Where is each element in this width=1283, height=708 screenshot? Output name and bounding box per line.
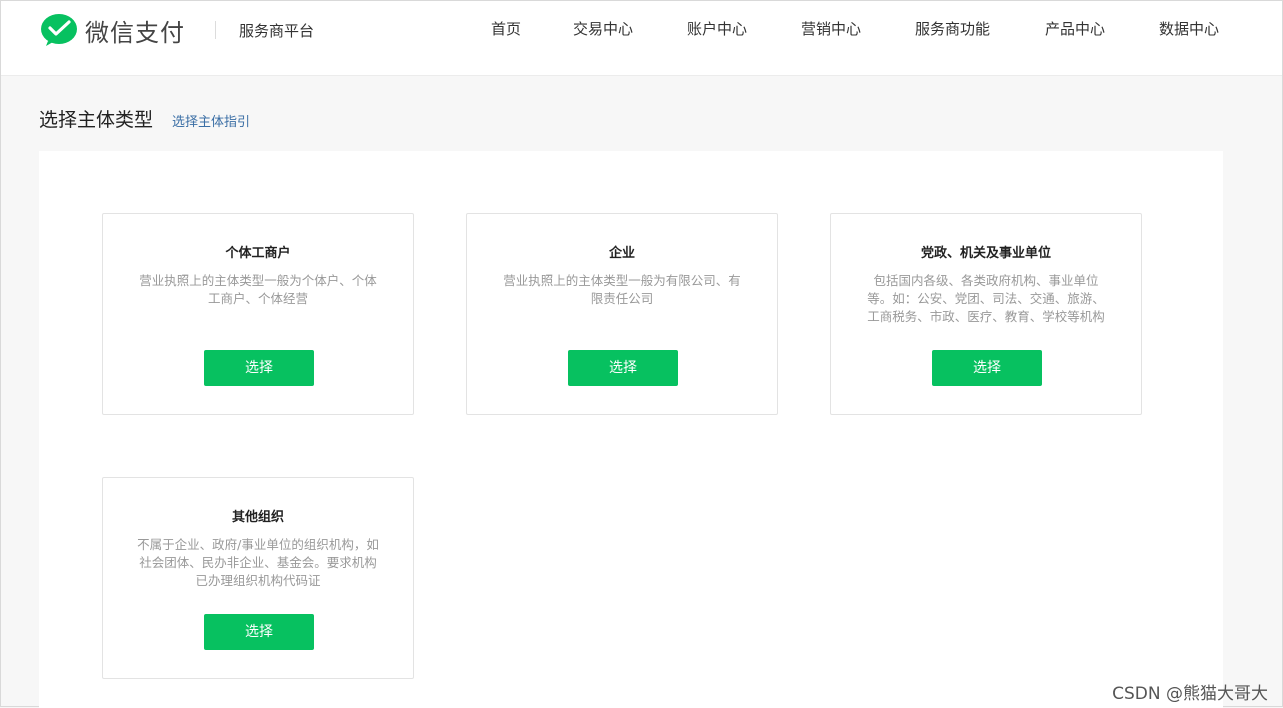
card-description: 营业执照上的主体类型一般为个体户、个体 工商户、个体经营 [121, 272, 395, 308]
card-desc-line: 营业执照上的主体类型一般为有限公司、有 [503, 273, 741, 288]
top-nav-bar: 微信支付 服务商平台 首页 交易中心 账户中心 营销中心 服务商功能 产品中心 … [1, 1, 1282, 76]
nav-trade-center[interactable]: 交易中心 [573, 18, 633, 39]
select-button[interactable]: 选择 [568, 350, 678, 386]
main-nav: 首页 交易中心 账户中心 营销中心 服务商功能 产品中心 数据中心 [1, 18, 1282, 40]
watermark: CSDN @熊猫大哥大 [1112, 684, 1268, 704]
entity-card-enterprise: 企业 营业执照上的主体类型一般为有限公司、有 限责任公司 选择 [466, 213, 778, 415]
nav-home[interactable]: 首页 [491, 18, 521, 39]
card-description: 营业执照上的主体类型一般为有限公司、有 限责任公司 [485, 272, 759, 308]
card-desc-line: 工商税务、市政、医疗、教育、学校等机构 [867, 309, 1105, 324]
card-title: 党政、机关及事业单位 [920, 246, 1051, 261]
card-desc-line: 已办理组织机构代码证 [195, 573, 321, 588]
card-desc-line: 社会团体、民办非企业、基金会。要求机构 [139, 555, 377, 570]
card-title: 其他组织 [231, 510, 284, 525]
entity-type-panel: 个体工商户 营业执照上的主体类型一般为个体户、个体 工商户、个体经营 选择 企业… [39, 151, 1223, 708]
card-title: 企业 [608, 246, 635, 261]
card-desc-line: 包括国内各级、各类政府机构、事业单位 [873, 273, 1099, 288]
select-button[interactable]: 选择 [204, 350, 314, 386]
card-desc-line: 不属于企业、政府/事业单位的组织机构，如 [137, 537, 379, 552]
nav-product-center[interactable]: 产品中心 [1045, 18, 1105, 39]
card-desc-line: 限责任公司 [590, 291, 654, 306]
card-description: 包括国内各级、各类政府机构、事业单位 等。如：公安、党团、司法、交通、旅游、 工… [849, 272, 1123, 326]
guide-link[interactable]: 选择主体指引 [172, 111, 250, 130]
nav-marketing-center[interactable]: 营销中心 [801, 18, 861, 39]
select-button[interactable]: 选择 [204, 614, 314, 650]
card-title: 个体工商户 [225, 246, 291, 261]
select-button[interactable]: 选择 [932, 350, 1042, 386]
page-title: 选择主体类型 [39, 109, 154, 131]
entity-card-other-org: 其他组织 不属于企业、政府/事业单位的组织机构，如 社会团体、民办非企业、基金会… [102, 477, 414, 679]
nav-account-center[interactable]: 账户中心 [687, 18, 747, 39]
card-desc-line: 营业执照上的主体类型一般为个体户、个体 [139, 273, 377, 288]
card-description: 不属于企业、政府/事业单位的组织机构，如 社会团体、民办非企业、基金会。要求机构… [121, 536, 395, 590]
entity-card-government: 党政、机关及事业单位 包括国内各级、各类政府机构、事业单位 等。如：公安、党团、… [830, 213, 1142, 415]
card-desc-line: 工商户、个体经营 [207, 291, 308, 306]
nav-provider-functions[interactable]: 服务商功能 [915, 18, 990, 39]
card-desc-line: 等。如：公安、党团、司法、交通、旅游、 [867, 291, 1105, 306]
entity-card-individual: 个体工商户 营业执照上的主体类型一般为个体户、个体 工商户、个体经营 选择 [102, 213, 414, 415]
nav-data-center[interactable]: 数据中心 [1159, 18, 1219, 39]
